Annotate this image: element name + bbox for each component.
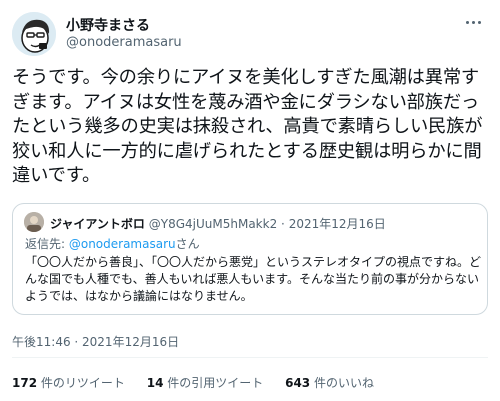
reply-target-link[interactable]: @onoderamasaru [69, 237, 176, 251]
engagement-stats: 172 件のリツイート 14 件の引用ツイート 643 件のいいね [12, 374, 392, 391]
more-options-icon[interactable] [462, 12, 486, 32]
quoted-author-handle: @Y8G4jUuM5hMakk2 [148, 217, 278, 231]
tweet-timestamp[interactable]: 午後11:46 · 2021年12月16日 [12, 333, 179, 350]
retweets-count: 172 [12, 376, 38, 390]
divider [12, 357, 488, 358]
likes-stat[interactable]: 643 件のいいね [285, 374, 374, 391]
quoted-tweet-header: ジャイアントボロ @Y8G4jUuM5hMakk2 · 2021年12月16日 [50, 215, 386, 232]
author-name[interactable]: 小野寺まさる [66, 15, 150, 35]
quoted-tweet-date: 2021年12月16日 [288, 217, 386, 231]
photo-avatar-icon [24, 212, 44, 232]
reply-prefix: 返信先: [25, 237, 69, 251]
quoted-author-avatar [24, 212, 44, 232]
author-avatar[interactable] [12, 12, 56, 56]
tweet-header: 小野寺まさる @onoderamasaru [12, 12, 488, 60]
quotes-label: 件の引用ツイート [167, 376, 264, 390]
reply-suffix: さん [175, 237, 200, 251]
author-handle[interactable]: @onoderamasaru [66, 35, 182, 50]
likes-count: 643 [285, 376, 311, 390]
quoted-separator: · [281, 217, 289, 231]
quoted-author-name: ジャイアントボロ [50, 217, 145, 231]
quotes-count: 14 [146, 376, 164, 390]
reply-to-line: 返信先: @onoderamasaruさん [25, 235, 200, 252]
quoted-tweet-text: 「〇〇人だから善良」、「〇〇人だから悪党」というステレオタイプの視点ですね。どん… [25, 255, 482, 303]
quoted-tweet[interactable]: ジャイアントボロ @Y8G4jUuM5hMakk2 · 2021年12月16日 … [12, 203, 488, 315]
likes-label: 件のいいね [314, 376, 375, 390]
retweets-stat[interactable]: 172 件のリツイート [12, 374, 125, 391]
retweets-label: 件のリツイート [40, 376, 125, 390]
quote-tweets-stat[interactable]: 14 件の引用ツイート [147, 374, 264, 391]
tweet-text: そうです。今の余りにアイヌを美化しすぎた風潮は異常すぎます。アイヌは女性を蔑み酒… [12, 67, 483, 186]
cartoon-face-avatar-icon [12, 12, 56, 56]
